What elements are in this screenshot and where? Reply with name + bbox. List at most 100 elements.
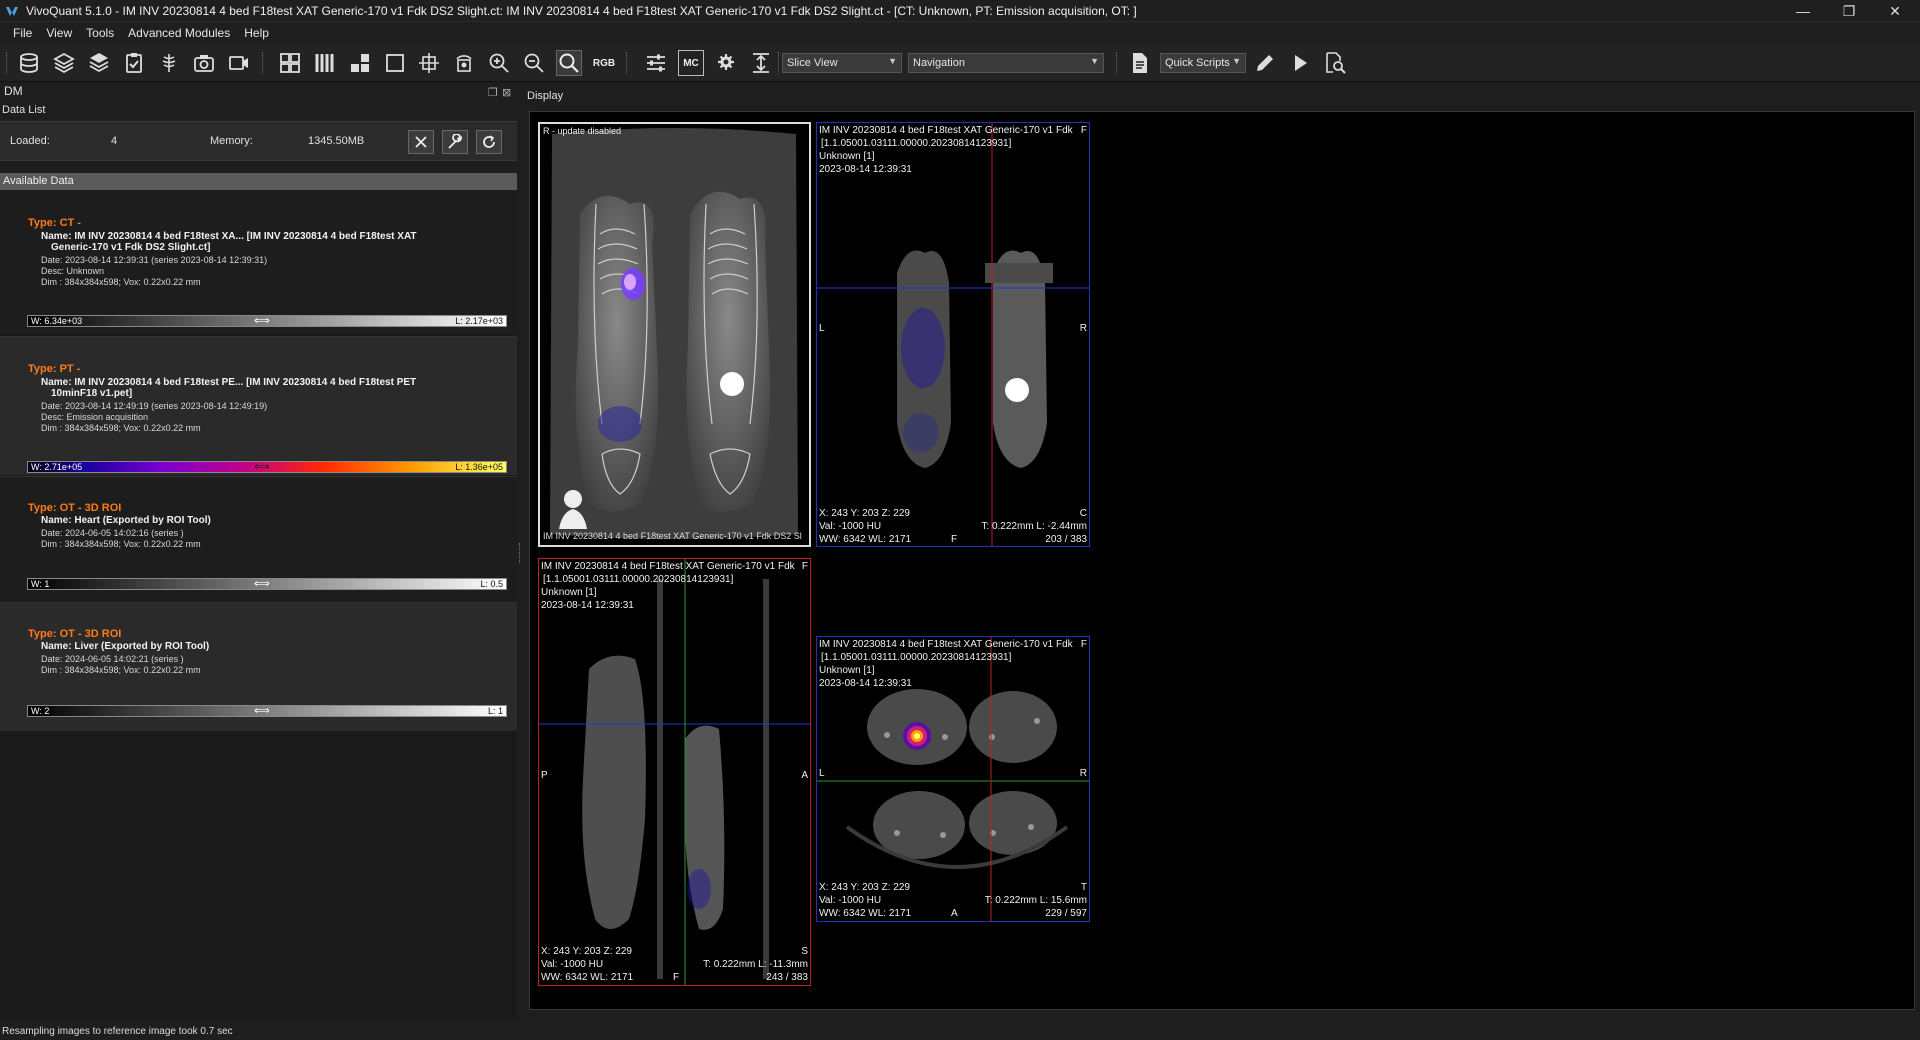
single-view-icon[interactable] (382, 50, 408, 76)
mip-render-image (550, 128, 798, 539)
roi-heart-window-level-bar[interactable]: W: 1 ⟺ L: 0.5 (27, 578, 507, 590)
item-date: Date: 2023-08-14 12:49:19 (series 2023-0… (41, 401, 268, 411)
item-desc: Desc: Emission acquisition (41, 412, 149, 422)
expand-vertical-icon[interactable] (748, 50, 774, 76)
settings-gear-icon[interactable] (713, 50, 739, 76)
sagittal-thickness: T: 0.222mm L: -11.3mm (703, 959, 808, 970)
close-panel-icon[interactable]: ⊠ (502, 86, 511, 99)
zoom-in-icon[interactable] (486, 50, 512, 76)
menu-advanced-modules[interactable]: Advanced Modules (121, 26, 237, 40)
coronal-bottom-label: F (951, 534, 958, 545)
unload-button[interactable] (408, 130, 434, 154)
undock-icon[interactable]: ❐ (488, 86, 498, 99)
item-dim: Dim : 384x384x598; Vox: 0.22x0.22 mm (41, 539, 201, 549)
pencil-icon[interactable] (1252, 50, 1278, 76)
pt-window-level-bar[interactable]: W: 2.71e+05 ⟺ L: 1.36e+05 (27, 461, 507, 473)
loaded-info-row: Loaded: 4 Memory: 1345.50MB (0, 121, 517, 161)
menu-help[interactable]: Help (237, 26, 276, 40)
memory-value: 1345.50MB (308, 135, 365, 147)
drag-handle-icon[interactable]: ⟺ (254, 460, 270, 473)
search-document-icon[interactable] (1322, 50, 1348, 76)
minimize-button[interactable]: — (1780, 0, 1826, 22)
drag-handle-icon[interactable]: ⟺ (254, 704, 270, 717)
document-icon[interactable] (1127, 50, 1153, 76)
axial-viewport[interactable]: IM INV 20230814 4 bed F18test XAT Generi… (816, 636, 1090, 922)
slice-view-dropdown[interactable]: Slice View ▼ (782, 53, 902, 73)
item-type: Type: OT - 3D ROI (28, 502, 122, 514)
camera-icon[interactable] (191, 50, 217, 76)
data-list-label: Data List (2, 104, 46, 116)
sagittal-uid: [1.1.05001.03111.00000.20230814123931] (543, 574, 734, 585)
slice-view-value: Slice View (787, 57, 838, 69)
rgb-button[interactable]: RGB (591, 50, 617, 76)
mip-caption: IM INV 20230814 4 bed F18test XAT Generi… (543, 531, 802, 541)
coronal-patient: Unknown [1] (819, 151, 875, 162)
menu-file[interactable]: File (6, 26, 39, 40)
axial-position: X: 243 Y: 203 Z: 229 (819, 882, 910, 893)
window-value: W: 6.34e+03 (31, 316, 83, 326)
coronal-viewport[interactable]: IM INV 20230814 4 bed F18test XAT Generi… (816, 122, 1090, 547)
skeleton-icon[interactable] (156, 50, 182, 76)
play-icon[interactable] (1287, 50, 1313, 76)
ct-window-level-bar[interactable]: W: 6.34e+03 ⟺ L: 2.17e+03 (27, 315, 507, 327)
tools-button[interactable] (442, 130, 468, 154)
item-name: Name: Liver (Exported by ROI Tool) (41, 641, 210, 652)
vivoquant-app-icon (6, 6, 18, 16)
video-camera-icon[interactable] (226, 50, 252, 76)
axial-date: 2023-08-14 12:39:31 (819, 678, 912, 689)
sagittal-value: Val: -1000 HU (541, 959, 604, 970)
clipboard-check-icon[interactable] (121, 50, 147, 76)
quick-scripts-value: Quick Scripts (1165, 57, 1230, 69)
item-dim: Dim : 384x384x598; Vox: 0.22x0.22 mm (41, 277, 201, 287)
navigation-dropdown[interactable]: Navigation ▼ (908, 53, 1104, 73)
rotate-box-icon[interactable] (451, 50, 477, 76)
refresh-button[interactable] (476, 130, 502, 154)
sagittal-viewport[interactable]: IM INV 20230814 4 bed F18test XAT Generi… (538, 558, 811, 986)
level-value: L: 1 (487, 706, 503, 716)
zoom-fit-icon[interactable] (556, 50, 582, 76)
data-item-roi-heart[interactable]: Type: OT - 3D ROI Name: Heart (Exported … (0, 477, 517, 601)
quick-scripts-dropdown[interactable]: Quick Scripts ▼ (1160, 53, 1246, 73)
coronal-right-label: R (1079, 323, 1087, 334)
item-type: Type: PT - (28, 363, 81, 375)
status-bar: Resampling images to reference image too… (0, 1022, 1920, 1040)
layers-icon[interactable] (51, 50, 77, 76)
item-date: Date: 2024-06-05 14:02:21 (series ) (41, 654, 184, 664)
roi-liver-window-level-bar[interactable]: W: 2 ⟺ L: 1 (27, 705, 507, 717)
toolbar-separator (262, 52, 264, 74)
crosshair-box-icon[interactable] (416, 50, 442, 76)
axial-corner-tr: F (1080, 639, 1087, 650)
axial-slice-number: 229 / 597 (1045, 908, 1087, 919)
toolbar-grip[interactable] (6, 52, 8, 74)
data-item-roi-liver[interactable]: Type: OT - 3D ROI Name: Liver (Exported … (0, 603, 517, 731)
axial-bottom-label: A (951, 908, 958, 919)
menu-tools[interactable]: Tools (79, 26, 121, 40)
database-icon[interactable] (16, 50, 42, 76)
coronal-value: Val: -1000 HU (819, 521, 882, 532)
close-window-button[interactable]: ✕ (1872, 0, 1918, 22)
mip-3d-viewport[interactable]: R - update disabled IM INV 20230814 4 be… (538, 122, 811, 547)
coronal-slice-number: 203 / 383 (1045, 534, 1087, 545)
grid-layout-icon[interactable] (277, 50, 303, 76)
toolbar-separator (778, 52, 780, 74)
stack-layers-icon[interactable] (86, 50, 112, 76)
motion-correction-button[interactable]: MC (678, 50, 704, 76)
axial-value: Val: -1000 HU (819, 895, 882, 906)
data-item-pt[interactable]: Type: PT - Name: IM INV 20230814 4 bed F… (0, 337, 517, 475)
chevron-down-icon: ▼ (1090, 56, 1099, 66)
columns-layout-icon[interactable] (312, 50, 338, 76)
toolbar-separator (626, 52, 628, 74)
restore-button[interactable]: ❐ (1826, 0, 1872, 22)
sliders-icon[interactable] (643, 50, 669, 76)
drag-handle-icon[interactable]: ⟺ (254, 314, 270, 327)
mixed-layout-icon[interactable] (347, 50, 373, 76)
coronal-thickness: T: 0.222mm L: -2.44mm (981, 521, 1087, 532)
item-name: Name: IM INV 20230814 4 bed F18test XA..… (41, 231, 417, 242)
panel-splitter[interactable] (519, 543, 522, 563)
drag-handle-icon[interactable]: ⟺ (254, 577, 270, 590)
data-item-ct[interactable]: Type: CT - Name: IM INV 20230814 4 bed F… (0, 190, 517, 334)
window-value: W: 1 (31, 579, 50, 589)
zoom-out-icon[interactable] (521, 50, 547, 76)
axial-patient: Unknown [1] (819, 665, 875, 676)
menu-view[interactable]: View (39, 26, 79, 40)
